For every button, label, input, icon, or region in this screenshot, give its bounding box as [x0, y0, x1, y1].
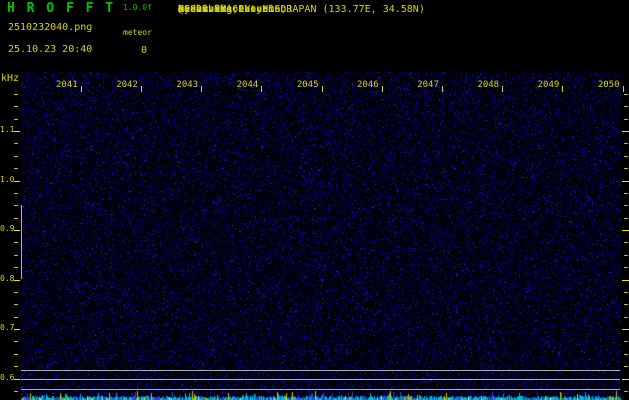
freq-minor-tick-left [14, 106, 18, 107]
time-axis-tick [562, 86, 563, 92]
time-axis-tick [81, 86, 82, 92]
freq-axis-label: 0.7 [0, 323, 15, 332]
freq-major-tick-left [14, 329, 20, 330]
time-axis-label: 2044 [236, 80, 259, 90]
freq-minor-tick-left [14, 218, 18, 219]
freq-minor-tick-right [624, 168, 628, 169]
freq-minor-tick-right [624, 242, 628, 243]
freq-major-tick-left [14, 131, 20, 132]
freq-minor-tick-right [624, 366, 628, 367]
app-version: 1.0.0f [123, 3, 152, 12]
freq-minor-tick-left [14, 267, 18, 268]
freq-minor-tick-left [14, 119, 18, 120]
freq-minor-tick-left [14, 292, 18, 293]
freq-axis-label: 0.9 [0, 224, 15, 233]
freq-major-tick-right [622, 230, 629, 231]
time-axis-tick [502, 86, 503, 92]
time-axis-tick [623, 86, 624, 92]
freq-minor-tick-left [14, 255, 18, 256]
freq-minor-tick-left [14, 317, 18, 318]
freq-axis-label: 0.8 [0, 274, 15, 283]
freq-minor-tick-right [624, 143, 628, 144]
freq-minor-tick-right [624, 292, 628, 293]
freq-major-tick-right [622, 379, 629, 380]
freq-major-tick-left [14, 379, 20, 380]
freq-minor-tick-left [14, 143, 18, 144]
axes-layer: 1.1 1.0 0.9 0.8 0.7 0.6 2041 2042 2043 2044 2045 20… [0, 0, 629, 400]
freq-minor-tick-right [624, 267, 628, 268]
time-axis-tick [261, 86, 262, 92]
freq-axis-label: 1.1 [0, 125, 15, 134]
time-axis-tick [141, 86, 142, 92]
freq-minor-tick-right [624, 218, 628, 219]
freq-minor-tick-right [624, 106, 628, 107]
reference-line [21, 389, 620, 390]
freq-minor-tick-right [624, 317, 628, 318]
time-axis-label: 2048 [477, 80, 500, 90]
time-axis-tick [322, 86, 323, 92]
freq-minor-tick-left [14, 168, 18, 169]
app-title: H R O F F T [7, 1, 116, 16]
freq-major-tick-left [14, 230, 20, 231]
freq-minor-tick-left [14, 366, 18, 367]
time-axis-label: 2047 [417, 80, 439, 90]
capture-datetime: 25.10.23 20:40 [8, 44, 93, 55]
freq-axis-label: 0.6 [0, 373, 15, 382]
freq-minor-tick-left [14, 341, 18, 342]
time-axis-tick [442, 86, 443, 92]
freq-minor-tick-right [624, 255, 628, 256]
freq-minor-tick-left [14, 156, 18, 157]
freq-major-tick-left [14, 181, 20, 182]
freq-axis-unit-label: kHz [1, 73, 20, 84]
freq-minor-tick-left [14, 304, 18, 305]
time-axis-label: 2049 [537, 80, 560, 90]
station-info-block: Ovserver: @yuhmari Receiving Location: ku… [178, 5, 628, 53]
freq-minor-tick-left [14, 242, 18, 243]
meteor-counter-label: meteor [123, 28, 152, 37]
time-axis-label: 2046 [357, 80, 379, 90]
freq-minor-tick-right [624, 94, 628, 95]
time-axis-label: 2050 [597, 80, 620, 90]
freq-minor-tick-right [624, 119, 628, 120]
freq-minor-tick-right [624, 156, 628, 157]
freq-minor-tick-right [624, 354, 628, 355]
freq-minor-tick-right [624, 304, 628, 305]
freq-minor-tick-left [14, 193, 18, 194]
info-value: Radix RY-62V [178, 4, 251, 15]
time-axis-label: 2043 [176, 80, 199, 90]
time-axis-tick [382, 86, 383, 92]
time-axis-label: 2045 [296, 80, 319, 90]
freq-minor-tick-right [624, 391, 628, 392]
output-filename: 2510232040.png [8, 22, 93, 33]
freq-major-tick-right [622, 329, 629, 330]
freq-minor-tick-left [14, 391, 18, 392]
freq-minor-tick-right [624, 193, 628, 194]
freq-minor-tick-right [624, 205, 628, 206]
freq-axis-label: 1.0 [0, 175, 15, 184]
reference-line [21, 370, 620, 371]
time-axis-label: 2042 [116, 80, 138, 90]
time-axis-tick [201, 86, 202, 92]
freq-major-tick-left [14, 280, 20, 281]
freq-minor-tick-left [14, 205, 18, 206]
freq-major-tick-right [622, 280, 629, 281]
hrofft-window: H R O F F T 1.0.0f 2510232040.png meteor… [0, 0, 629, 400]
freq-minor-tick-right [624, 341, 628, 342]
time-axis-label: 2041 [56, 80, 78, 90]
left-edge-marker-line [21, 205, 22, 279]
freq-major-tick-right [622, 131, 629, 132]
meteor-count-value: 0 [141, 45, 148, 56]
freq-major-tick-right [622, 181, 629, 182]
freq-minor-tick-left [14, 354, 18, 355]
reference-line [21, 379, 620, 380]
freq-minor-tick-left [14, 94, 18, 95]
